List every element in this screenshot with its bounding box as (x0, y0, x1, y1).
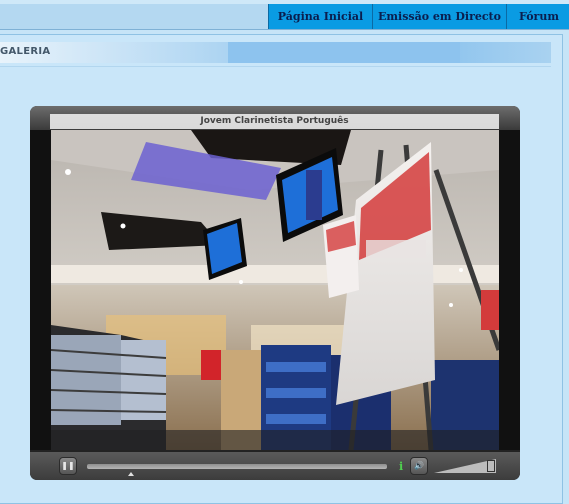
video-still-image (51, 130, 499, 450)
section-title: GALERIA (0, 46, 51, 57)
nav-item-home[interactable]: Página Inicial (268, 4, 372, 29)
pause-icon: ❚❚ (61, 461, 75, 470)
video-frame[interactable] (51, 130, 499, 450)
seek-bar[interactable] (87, 464, 387, 469)
seek-handle[interactable] (128, 472, 134, 476)
main-nav: Página Inicial Emissão em Directo Fórum (268, 4, 569, 29)
video-player[interactable]: Jovem Clarinetista Português ❚❚ i 🔊 (30, 106, 520, 480)
volume-button[interactable]: 🔊 (410, 457, 428, 475)
section-bar-accent (228, 42, 460, 63)
nav-item-live-broadcast[interactable]: Emissão em Directo (372, 4, 506, 29)
volume-handle[interactable] (487, 460, 495, 472)
speaker-icon: 🔊 (414, 461, 424, 470)
nav-item-forum[interactable]: Fórum (506, 4, 569, 29)
section-header-bar: GALERIA (0, 42, 551, 63)
player-controls: ❚❚ i 🔊 (30, 452, 520, 480)
pause-button[interactable]: ❚❚ (59, 457, 77, 475)
info-icon[interactable]: i (399, 460, 403, 473)
video-area[interactable] (30, 130, 520, 450)
player-title-band: Jovem Clarinetista Português (30, 106, 520, 130)
top-bar-left-strip (0, 4, 268, 29)
section-divider (0, 66, 551, 67)
video-title: Jovem Clarinetista Português (50, 114, 499, 129)
top-bar: Página Inicial Emissão em Directo Fórum (0, 0, 569, 30)
